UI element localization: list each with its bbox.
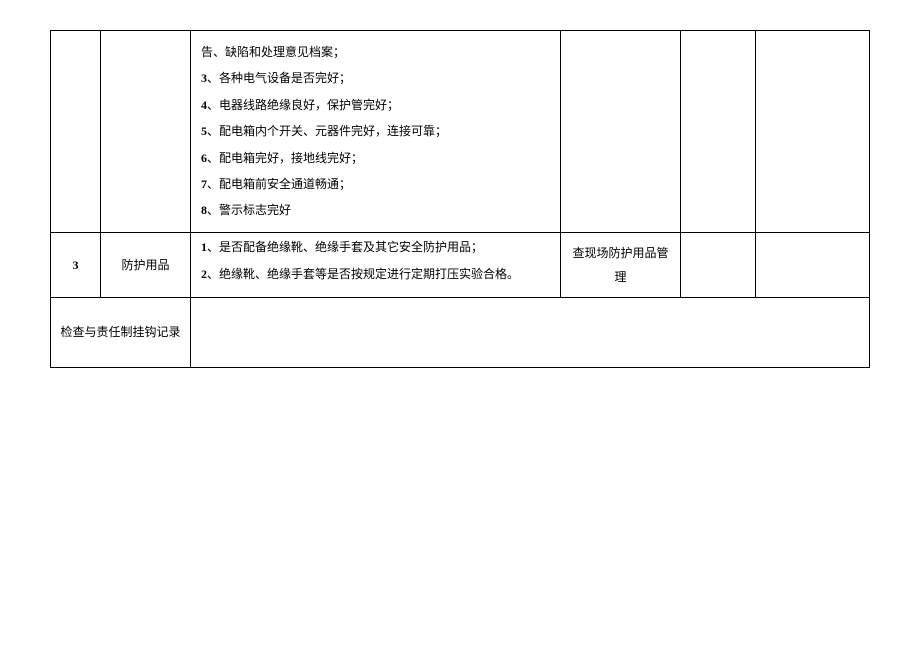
item-text: 、是否配备绝缘靴、绝缘手套及其它安全防护用品； bbox=[207, 240, 483, 254]
item-text: 、配电箱内个开关、元器件完好，连接可靠； bbox=[207, 124, 447, 138]
list-item: 告、缺陷和处理意见档案； bbox=[201, 39, 554, 65]
list-item: 3、各种电气设备是否完好； bbox=[201, 65, 554, 91]
item-text: 、警示标志完好 bbox=[207, 203, 291, 217]
list-item: 2、绝缘靴、绝缘手套等是否按规定进行定期打压实验合格。 bbox=[201, 261, 554, 287]
blank-cell bbox=[756, 232, 870, 297]
row-number: 3 bbox=[73, 258, 79, 272]
row-number-cell bbox=[51, 31, 101, 233]
item-text: 、绝缘靴、绝缘手套等是否按规定进行定期打压实验合格。 bbox=[207, 267, 519, 281]
list-item: 7、配电箱前安全通道畅通； bbox=[201, 171, 554, 197]
item-text: 告、缺陷和处理意见档案； bbox=[201, 45, 345, 59]
list-item: 5、配电箱内个开关、元器件完好，连接可靠； bbox=[201, 118, 554, 144]
items-cell: 告、缺陷和处理意见档案； 3、各种电气设备是否完好； 4、电器线路绝缘良好，保护… bbox=[191, 31, 561, 233]
item-text: 、电器线路绝缘良好，保护管完好； bbox=[207, 98, 399, 112]
item-text: 、各种电气设备是否完好； bbox=[207, 71, 351, 85]
item-text: 、配电箱前安全通道畅通； bbox=[207, 177, 351, 191]
method-cell: 查现场防护用品管理 bbox=[561, 232, 681, 297]
method-cell bbox=[561, 31, 681, 233]
row-number-cell: 3 bbox=[51, 232, 101, 297]
blank-cell bbox=[681, 31, 756, 233]
blank-cell bbox=[756, 31, 870, 233]
list-item: 4、电器线路绝缘良好，保护管完好； bbox=[201, 92, 554, 118]
footer-row: 检查与责任制挂钩记录 bbox=[51, 297, 870, 367]
item-text: 、配电箱完好，接地线完好； bbox=[207, 151, 363, 165]
list-item: 1、是否配备绝缘靴、绝缘手套及其它安全防护用品； bbox=[201, 234, 554, 260]
list-item: 6、配电箱完好，接地线完好； bbox=[201, 145, 554, 171]
blank-cell bbox=[681, 232, 756, 297]
table-row: 告、缺陷和处理意见档案； 3、各种电气设备是否完好； 4、电器线路绝缘良好，保护… bbox=[51, 31, 870, 233]
category-cell: 防护用品 bbox=[101, 232, 191, 297]
items-cell: 1、是否配备绝缘靴、绝缘手套及其它安全防护用品； 2、绝缘靴、绝缘手套等是否按规… bbox=[191, 232, 561, 297]
list-item: 8、警示标志完好 bbox=[201, 197, 554, 223]
footer-label-cell: 检查与责任制挂钩记录 bbox=[51, 297, 191, 367]
inspection-table: 告、缺陷和处理意见档案； 3、各种电气设备是否完好； 4、电器线路绝缘良好，保护… bbox=[50, 30, 870, 368]
category-cell bbox=[101, 31, 191, 233]
table-row: 3 防护用品 1、是否配备绝缘靴、绝缘手套及其它安全防护用品； 2、绝缘靴、绝缘… bbox=[51, 232, 870, 297]
footer-content-cell bbox=[191, 297, 870, 367]
